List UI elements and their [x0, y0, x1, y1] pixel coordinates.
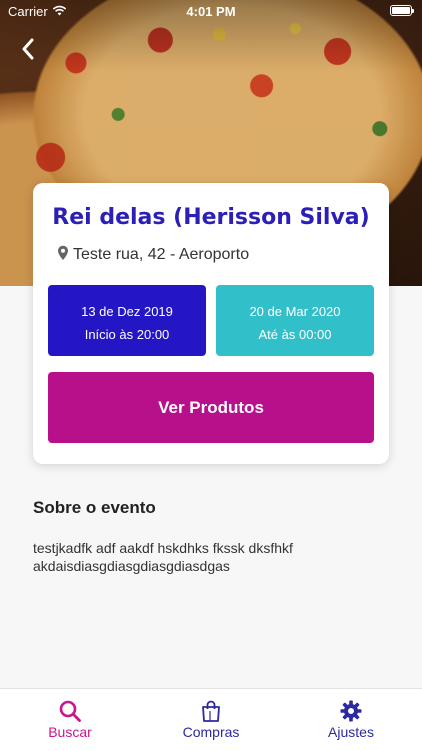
start-date-box: 13 de Dez 2019 Início às 20:00	[48, 285, 206, 356]
tab-ajustes[interactable]: Ajustes	[281, 689, 421, 751]
tab-buscar-label: Buscar	[48, 724, 92, 740]
tab-buscar[interactable]: Buscar	[0, 689, 140, 751]
event-title: Rei delas (Herisson Silva)	[52, 205, 370, 230]
event-address-text: Teste rua, 42 - Aeroporto	[73, 246, 250, 263]
about-heading: Sobre o evento	[33, 498, 156, 517]
status-bar: Carrier 4:01 PM	[0, 0, 422, 22]
event-card: Rei delas (Herisson Silva) Teste rua, 42…	[33, 183, 389, 464]
end-date-box: 20 de Mar 2020 Até às 00:00	[216, 285, 374, 356]
about-text: testjkadfk adf aakdf hskdhks fkssk dksfh…	[33, 540, 293, 574]
start-date: 13 de Dez 2019	[81, 304, 173, 319]
start-time: Início às 20:00	[84, 327, 170, 342]
battery-icon	[390, 5, 414, 16]
tab-ajustes-label: Ajustes	[328, 724, 374, 740]
back-button[interactable]	[14, 34, 44, 64]
view-products-button[interactable]: Ver Produtos	[48, 372, 374, 443]
chevron-left-icon	[22, 38, 34, 60]
event-address: Teste rua, 42 - Aeroporto	[57, 245, 249, 266]
end-time: Até às 00:00	[258, 327, 332, 342]
map-pin-icon	[57, 245, 69, 266]
status-time: 4:01 PM	[186, 4, 236, 19]
tab-compras[interactable]: Compras	[141, 689, 281, 751]
tab-compras-label: Compras	[182, 724, 240, 740]
tab-bar: Buscar Compras Ajustes	[0, 688, 422, 751]
end-date: 20 de Mar 2020	[249, 304, 341, 319]
